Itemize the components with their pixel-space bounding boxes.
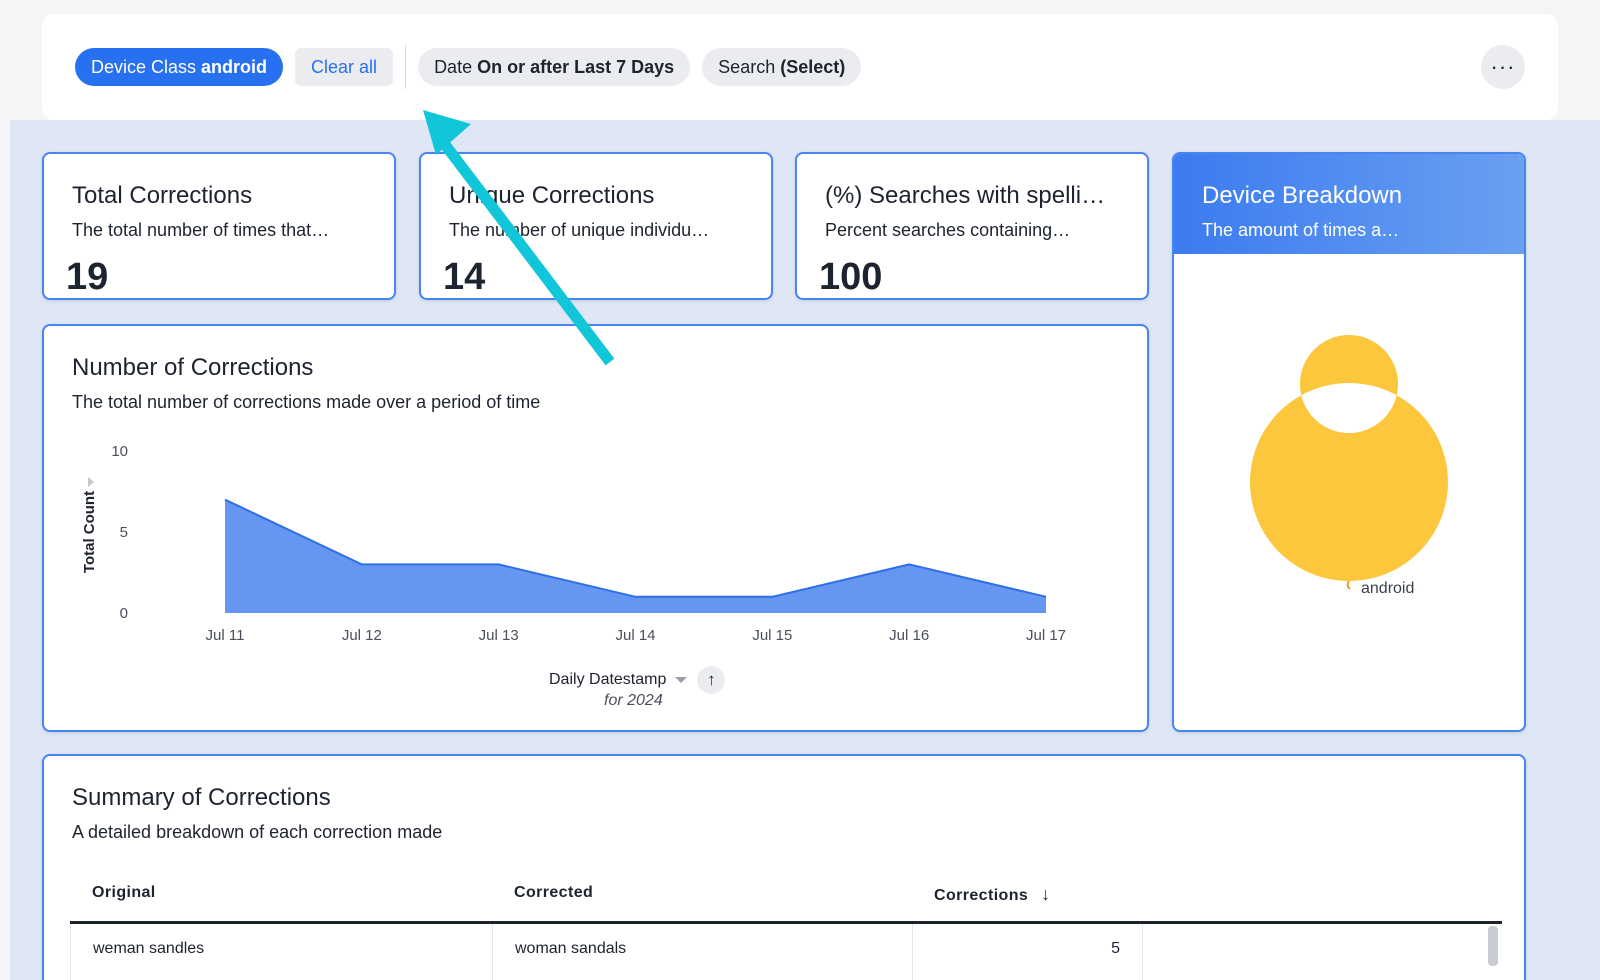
more-options-button[interactable]: ··· — [1481, 45, 1525, 89]
kpi-subtitle: Percent searches containing… — [825, 220, 1071, 240]
dashboard-canvas: Total Corrections The total number of ti… — [10, 120, 1600, 980]
cell-original: weman sandles — [71, 924, 493, 980]
search-filter-value: (Select) — [780, 56, 846, 77]
date-filter-chip[interactable]: Date On or after Last 7 Days — [418, 48, 691, 86]
date-filter-value: On or after Last 7 Days — [477, 56, 675, 77]
x-tick-label: Jul 14 — [615, 627, 655, 644]
chevron-right-icon — [88, 477, 94, 487]
cell-corrected: woman sandals — [493, 924, 913, 980]
kpi-subtitle: The total number of times that… — [72, 220, 330, 240]
sort-ascending-icon[interactable]: ↑ — [697, 666, 726, 694]
column-header-corrections[interactable]: Corrections ↓ — [934, 884, 1050, 905]
search-filter-chip[interactable]: Search (Select) — [702, 48, 862, 86]
column-header-corrections-label: Corrections — [934, 887, 1029, 904]
kpi-value: 100 — [819, 256, 883, 298]
kpi-subtitle: The number of unique individu… — [449, 220, 710, 240]
table-header: Original Corrected Corrections ↓ — [70, 870, 1502, 924]
filter-divider — [405, 45, 407, 89]
number-of-corrections-card[interactable]: Number of Corrections The total number o… — [42, 324, 1149, 732]
donut-slice-label: android — [1361, 580, 1414, 597]
cell-corrections: 5 — [913, 924, 1143, 980]
kpi-card-searches-with-spelling[interactable]: (%) Searches with spelli… Percent search… — [795, 152, 1149, 300]
x-axis-label-group: Daily Datestamp ↑ — [549, 666, 726, 694]
x-tick-label: Jul 15 — [752, 627, 792, 644]
donut-slice — [1249, 335, 1448, 581]
filter-bar: Device Class android Clear all Date On o… — [42, 14, 1558, 120]
kpi-title: Total Corrections — [72, 182, 253, 209]
x-tick-label: Jul 16 — [889, 627, 929, 644]
column-header-original[interactable]: Original — [92, 884, 156, 902]
chevron-down-icon[interactable] — [675, 677, 688, 683]
summary-title: Summary of Corrections — [72, 784, 331, 811]
corrections-area-chart: 0 5 10 Total Count Jul 11 Jul 12 Jul 13 Jul 14 J… — [81, 443, 1066, 644]
x-axis-label[interactable]: Daily Datestamp — [549, 671, 666, 689]
kpi-card-unique-corrections[interactable]: Unique Corrections The number of unique … — [419, 152, 773, 300]
y-tick-label: 10 — [111, 443, 128, 460]
clear-all-button[interactable]: Clear all — [295, 48, 394, 86]
device-class-filter-value: android — [201, 56, 268, 77]
y-axis-label: Total Count — [81, 491, 98, 573]
device-breakdown-card[interactable]: Device Breakdown The amount of times a… … — [1172, 152, 1526, 732]
donut-label-leader — [1346, 580, 1351, 590]
y-tick-label: 0 — [120, 605, 128, 622]
kpi-title: Unique Corrections — [449, 182, 655, 209]
x-tick-label: Jul 17 — [1026, 627, 1066, 644]
summary-of-corrections-card[interactable]: Summary of Corrections A detailed breakd… — [42, 754, 1526, 980]
x-axis-sublabel: for 2024 — [604, 692, 663, 709]
x-tick-label: Jul 13 — [479, 627, 519, 644]
summary-subtitle: A detailed breakdown of each correction … — [72, 822, 443, 842]
more-dots-icon: ··· — [1490, 54, 1516, 79]
table-row[interactable]: weman sandles woman sandals 5 — [70, 924, 1502, 980]
date-filter-label: Date — [434, 56, 473, 77]
kpi-value: 14 — [443, 256, 486, 298]
x-tick-label: Jul 12 — [342, 627, 382, 644]
sort-descending-icon[interactable]: ↓ — [1041, 884, 1050, 904]
search-filter-label: Search — [718, 56, 776, 77]
kpi-card-total-corrections[interactable]: Total Corrections The total number of ti… — [42, 152, 396, 300]
kpi-title: (%) Searches with spelli… — [825, 182, 1106, 209]
device-class-filter-label: Device Class — [91, 56, 197, 77]
device-donut-chart: android — [1249, 335, 1448, 597]
kpi-value: 19 — [66, 256, 109, 298]
column-header-corrected[interactable]: Corrected — [514, 884, 593, 902]
device-class-filter-chip[interactable]: Device Class android — [75, 48, 284, 86]
table-scrollbar[interactable] — [1488, 926, 1498, 966]
y-tick-label: 5 — [120, 524, 128, 541]
x-tick-label: Jul 11 — [206, 627, 245, 644]
